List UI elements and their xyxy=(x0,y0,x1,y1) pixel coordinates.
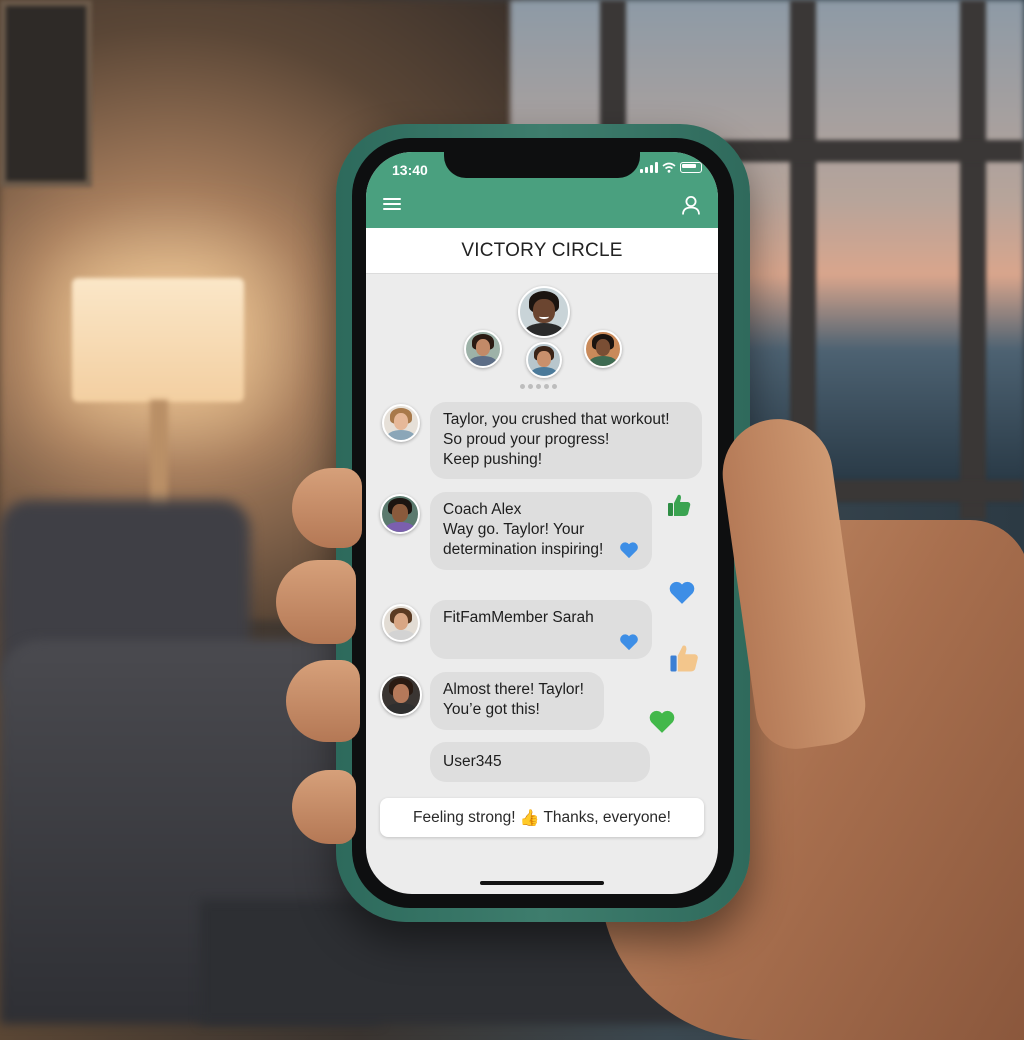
input-text: Thanks, everyone! xyxy=(543,808,671,826)
green-heart-icon[interactable] xyxy=(648,709,676,734)
blue-heart-icon[interactable] xyxy=(619,633,639,651)
page-title: VICTORY CIRCLE xyxy=(366,228,718,274)
message-text: You’e got this! xyxy=(443,701,540,718)
blue-heart-icon[interactable] xyxy=(619,541,639,559)
message-text: Almost there! Taylor! xyxy=(443,681,584,698)
hamburger-menu-icon[interactable] xyxy=(382,196,402,212)
message-text: Way go. Taylor! Your xyxy=(443,521,585,538)
message-bubble: Almost there! Taylor! You’e got this! xyxy=(430,672,604,730)
message-sender: FitFamMember Sarah xyxy=(443,609,594,626)
wifi-icon xyxy=(662,162,676,173)
hand-finger xyxy=(292,770,356,844)
group-avatar[interactable] xyxy=(518,286,570,338)
hand-finger xyxy=(292,468,362,548)
message-sender: User345 xyxy=(443,753,502,770)
user-profile-icon[interactable] xyxy=(680,194,702,216)
phone-screen: 13:40 VICTORY CIRCLE Taylor, you crushed… xyxy=(366,152,718,894)
signal-icon xyxy=(640,162,658,173)
message-bubble: User345 xyxy=(430,742,650,782)
thumbs-up-icon: 👍 xyxy=(519,809,540,827)
thumbs-up-icon[interactable] xyxy=(668,642,700,674)
blue-heart-icon[interactable] xyxy=(668,580,696,605)
battery-icon xyxy=(680,162,702,173)
status-icons xyxy=(640,162,702,173)
status-time: 13:40 xyxy=(392,162,428,178)
message-text: So proud your progress! xyxy=(443,431,610,448)
message-bubble: Taylor, you crushed that workout! So pro… xyxy=(430,402,702,479)
home-indicator[interactable] xyxy=(480,881,604,885)
input-text: Feeling strong! xyxy=(413,808,516,826)
window-mullion xyxy=(960,0,986,520)
group-avatar[interactable] xyxy=(464,330,502,368)
hand-finger xyxy=(286,660,360,742)
message-text: determination inspiring! xyxy=(443,541,604,558)
carousel-dots[interactable] xyxy=(520,384,557,389)
thumbs-up-icon[interactable] xyxy=(666,492,692,518)
message-text: Keep pushing! xyxy=(443,451,543,468)
group-avatar[interactable] xyxy=(526,342,562,378)
message-sender: Coach Alex xyxy=(443,501,522,518)
background-lamp xyxy=(72,278,244,402)
group-avatar[interactable] xyxy=(584,330,622,368)
hand-finger xyxy=(276,560,356,644)
camera-notch xyxy=(444,152,640,178)
background-picture-frame xyxy=(0,0,92,187)
message-avatar[interactable] xyxy=(380,674,422,716)
message-avatar[interactable] xyxy=(382,404,420,442)
message-input[interactable]: Feeling strong! 👍 Thanks, everyone! xyxy=(380,798,704,837)
message-text: Taylor, you crushed that workout! xyxy=(443,411,670,428)
message-avatar[interactable] xyxy=(382,604,420,642)
message-avatar[interactable] xyxy=(380,494,420,534)
